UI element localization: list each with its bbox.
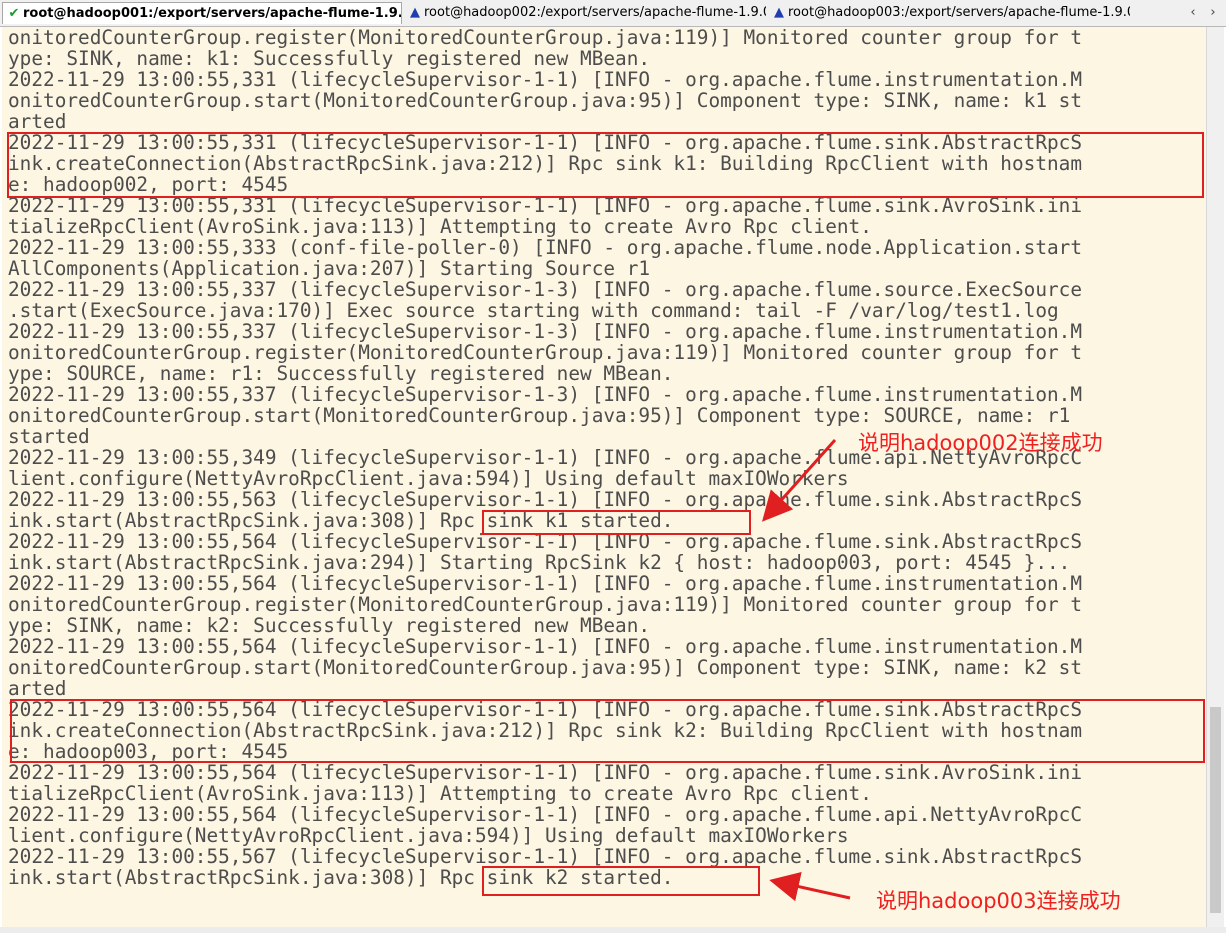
arrow-to-k2-started bbox=[769, 871, 851, 902]
annotation-hadoop003-success: 说明hadoop003连接成功 bbox=[876, 889, 1121, 913]
annotation-arrows bbox=[762, 439, 1150, 933]
annotation-hadoop002-success: 说明hadoop002连接成功 bbox=[858, 431, 1103, 455]
arrow-to-k1-started bbox=[762, 439, 837, 522]
window-bottom-edge bbox=[0, 927, 1226, 933]
